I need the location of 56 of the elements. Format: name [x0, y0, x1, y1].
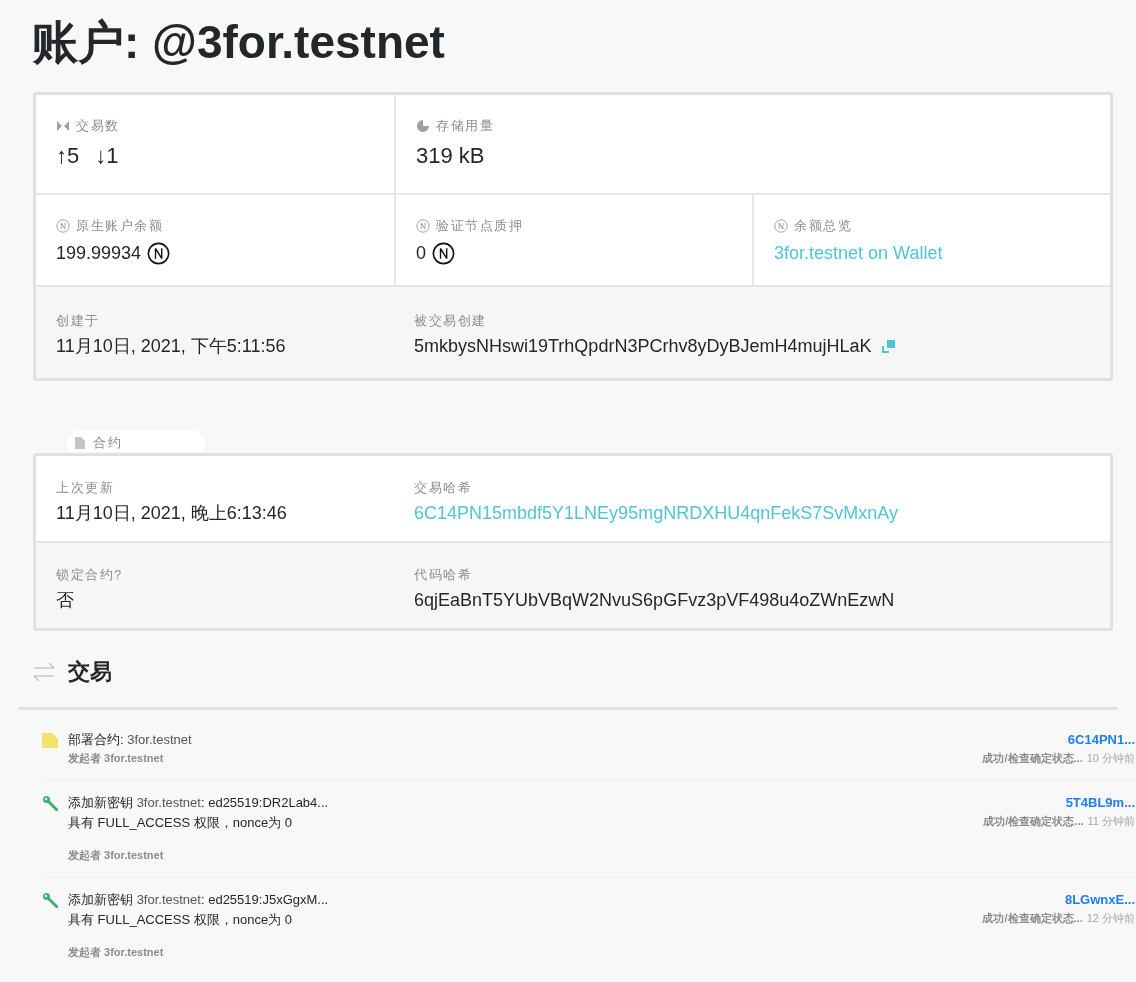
pie-chart-icon	[416, 119, 430, 133]
field-label: 原生账户余额	[76, 217, 163, 235]
near-coin-icon	[56, 219, 70, 233]
bowtie-icon	[56, 119, 70, 133]
page-title: 账户: @3for.testnet	[32, 15, 446, 70]
status-text: 成功/检查确定状态...	[982, 750, 1083, 766]
field-label: 余额总览	[794, 217, 852, 235]
copy-icon[interactable]	[881, 338, 898, 354]
balance-value: 0	[416, 242, 426, 265]
field-value: 11月10日, 2021, 晚上6:13:46	[56, 501, 287, 525]
field-label: 验证节点质押	[436, 217, 523, 235]
transaction-count: ↑5	[56, 142, 80, 170]
field-value: 11月10日, 2021, 下午5:11:56	[56, 335, 286, 358]
field-label: 代码哈希	[414, 565, 472, 584]
field-label: 交易数	[76, 117, 120, 135]
field-label: 锁定合约?	[56, 565, 123, 584]
transaction-hash: 5mkbysNHswi19TrhQpdrN3PCrhv8yDyBJemH4mujHLaK	[414, 335, 872, 358]
transaction-hash-link[interactable]: 6C14PN1...	[1067, 729, 1135, 750]
near-coin-icon	[416, 219, 430, 233]
file-icon	[42, 731, 58, 748]
link[interactable]: 3for.testnet on Wallet	[774, 241, 943, 265]
field-value: 6qjEaBnT5YUbVBqW2NvuS6pGFvz3pVF498u4oZWnEzwN	[414, 588, 895, 612]
storage-value: 319 kB	[416, 142, 485, 170]
time-text: 10 分钟前	[1086, 750, 1135, 766]
field-label: 创建于	[56, 312, 100, 330]
transaction-count: ↓1	[95, 142, 119, 170]
permission-text: 具有 FULL_ACCESS 权限，nonce为 0	[68, 813, 293, 832]
key-icon	[42, 891, 58, 908]
file-icon	[75, 436, 85, 449]
field-value: 否	[56, 588, 74, 612]
transaction-description: 添加新密钥 3for.testnet: ed25519:DR2Lab4...	[68, 793, 329, 812]
field-label: 存储用量	[436, 117, 494, 135]
field-label: 上次更新	[56, 478, 114, 497]
tab-label: 合约	[93, 433, 122, 452]
transaction-description: 添加新密钥 3for.testnet: ed25519:J5xGgxM...	[68, 890, 329, 909]
sender-text: 发起者 3for.testnet	[68, 750, 165, 766]
sender-text: 发起者 3for.testnet	[68, 847, 165, 863]
link[interactable]: 6C14PN15mbdf5Y1LNEy95mgNRDXHU4qnFekS7SvMxnAy	[414, 500, 898, 525]
status-text: 成功/检查确定状态...	[982, 910, 1083, 926]
near-coin-icon	[432, 241, 455, 265]
transaction-description: 部署合约: 3for.testnet	[68, 730, 192, 749]
field-label: 交易哈希	[414, 478, 472, 497]
balance-value: 199.99934	[56, 242, 142, 265]
transfer-arrows-icon	[32, 659, 56, 684]
key-icon	[42, 794, 58, 811]
transaction-hash-link[interactable]: 5T4BL9m...	[1065, 792, 1135, 813]
status-text: 成功/检查确定状态...	[983, 813, 1084, 829]
near-coin-icon	[147, 241, 171, 265]
time-text: 12 分钟前	[1086, 910, 1135, 926]
section-heading: 交易	[68, 657, 112, 686]
field-label: 被交易创建	[414, 312, 487, 330]
permission-text: 具有 FULL_ACCESS 权限，nonce为 0	[68, 910, 293, 929]
sender-text: 发起者 3for.testnet	[68, 944, 165, 960]
transaction-hash-link[interactable]: 8LGwnxE...	[1064, 889, 1135, 910]
near-coin-icon	[774, 219, 788, 233]
time-text: 11 分钟前	[1087, 813, 1135, 829]
